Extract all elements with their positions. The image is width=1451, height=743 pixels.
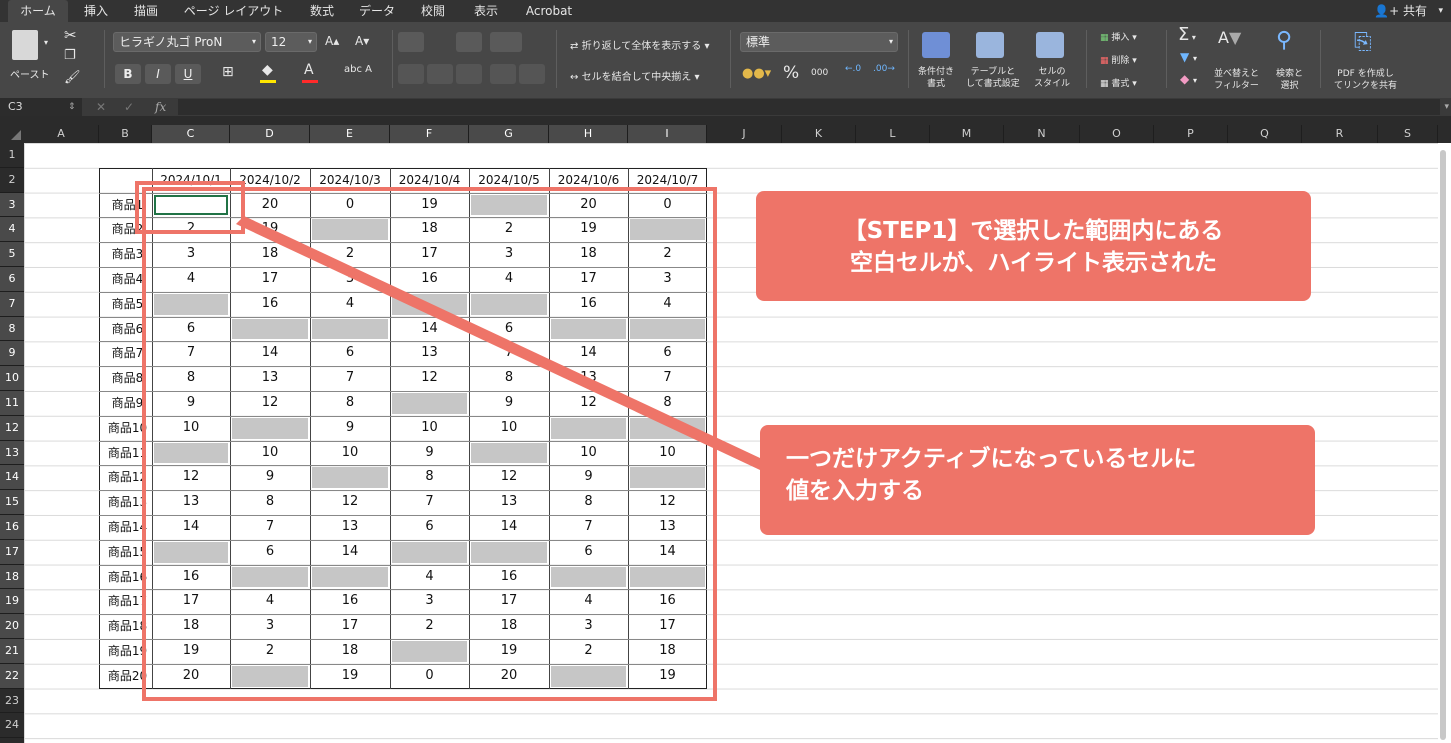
callout-active-cell: 一つだけアクティブになっているセルに 値を入力する bbox=[760, 425, 1315, 535]
annotation-arrows bbox=[236, 216, 760, 470]
callout-connector-line bbox=[236, 216, 760, 470]
callout-step1: 【STEP1】で選択した範囲内にある 空白セルが、ハイライト表示された bbox=[756, 191, 1311, 301]
callout-active-line1: 一つだけアクティブになっているセルに bbox=[786, 446, 1197, 472]
callout-step1-line1: 【STEP1】で選択した範囲内にある bbox=[843, 218, 1224, 244]
callout-step1-line2: 空白セルが、ハイライト表示された bbox=[849, 250, 1218, 276]
callout-active-line2: 値を入力する bbox=[786, 478, 924, 504]
